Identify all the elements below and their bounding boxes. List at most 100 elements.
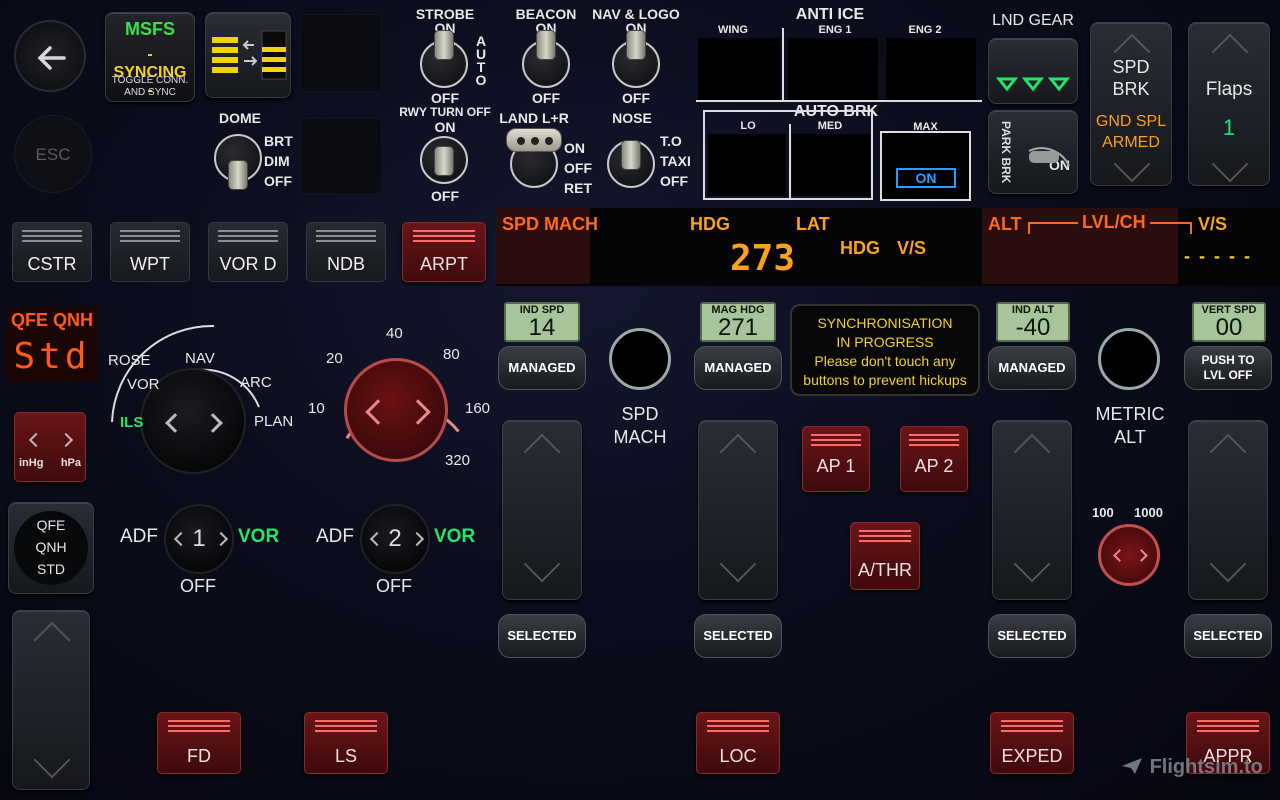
alt-scale-100: 100 [1092, 505, 1114, 520]
strobe-auto: AUTO [475, 33, 487, 88]
strobe-lever [434, 30, 454, 60]
land-ret: RET [564, 180, 592, 196]
park-brake-button[interactable]: PARK BRK ON [988, 110, 1078, 194]
spd-rocker[interactable] [502, 420, 582, 600]
rwy-title: RWY TURN OFF [399, 105, 491, 119]
alt-scale-1000: 1000 [1134, 505, 1163, 520]
alt-rocker[interactable] [992, 420, 1072, 600]
hdg-managed-button[interactable]: MANAGED [694, 346, 782, 390]
loc-button[interactable]: LOC [696, 712, 780, 774]
adf2-knob[interactable]: 2 [360, 504, 430, 574]
gear-down-icon [995, 77, 1071, 92]
antiice-eng2-button[interactable] [886, 38, 976, 100]
navlogo-lever [626, 30, 646, 60]
range-160: 160 [465, 400, 491, 417]
antiice-wing-button[interactable] [698, 38, 780, 100]
baro-unit-hpa: hPa [60, 457, 81, 469]
metric-label-1: METRIC [1095, 404, 1165, 424]
alt-managed-button[interactable]: MANAGED [988, 346, 1076, 390]
efis-cstr-button[interactable]: CSTR [12, 222, 92, 282]
gear-lever-button[interactable] [988, 38, 1078, 104]
rwy-on: ON [434, 119, 456, 135]
dome-title: DOME [219, 110, 261, 126]
metric-alt-toggle[interactable] [1098, 328, 1160, 390]
alt-scale-knob[interactable] [1098, 524, 1160, 586]
hdg-selected-button[interactable]: SELECTED [694, 614, 782, 658]
nose-off: OFF [660, 173, 688, 189]
alt-selected-button[interactable]: SELECTED [988, 614, 1076, 658]
baro-unit-button[interactable]: inHg hPa [14, 412, 86, 482]
spd-mach-toggle[interactable] [609, 328, 671, 390]
ls-button[interactable]: LS [304, 712, 388, 774]
fma-alt: ALT [988, 214, 1022, 234]
efis-vord-button[interactable]: VOR D [208, 222, 288, 282]
fd-button[interactable]: FD [157, 712, 241, 774]
dome-brt: BRT [264, 133, 293, 149]
spd-mach-label-2: MACH [613, 427, 667, 447]
ap1-button[interactable]: AP 1 [802, 426, 870, 492]
rwy-lever [434, 146, 454, 176]
efis-wpt-button[interactable]: WPT [110, 222, 190, 282]
adf1-knob[interactable]: 1 [164, 504, 234, 574]
nose-lever [621, 140, 641, 170]
autobrk-lo-label: LO [740, 120, 756, 132]
paper-plane-icon [1122, 758, 1142, 774]
fma-hdg-value: 273 [730, 238, 796, 279]
efis-ndb-button[interactable]: NDB [306, 222, 386, 282]
spd-brk-button[interactable]: SPD BRK GND SPL ARMED [1090, 22, 1172, 186]
nd-rose: ROSE [108, 352, 151, 369]
spd-brk-title2: BRK [1112, 79, 1150, 99]
range-80: 80 [443, 346, 460, 363]
antiice-eng1-label: ENG 1 [818, 24, 852, 36]
vs-display: VERT SPD 00 [1192, 302, 1266, 342]
adf1-off: OFF [180, 576, 216, 596]
esc-label: ESC [35, 145, 71, 164]
vs-selected-button[interactable]: SELECTED [1184, 614, 1272, 658]
autobrk-med-button[interactable] [792, 134, 870, 196]
nose-taxi: TAXI [660, 153, 691, 169]
adf2-off: OFF [376, 576, 412, 596]
msfs-sync-button[interactable]: MSFS - SYNCING - TOGGLE CONN. AND SYNC [105, 12, 195, 102]
antiice-eng1-button[interactable] [788, 38, 878, 100]
hdg-display: MAG HDG 271 [700, 302, 776, 342]
fma-vs-dashes: - - - - - [1184, 246, 1252, 266]
autobrk-max-button[interactable]: MAX ON [880, 121, 971, 201]
hdg-rocker[interactable] [698, 420, 778, 600]
watermark: Flightsim.to [1120, 756, 1263, 779]
spd-selected-button[interactable]: SELECTED [498, 614, 586, 658]
fma-lvlch: LVL/CH [1078, 212, 1150, 233]
fma-spd-mach: SPD MACH [502, 214, 599, 234]
vs-push-level-off-button[interactable]: PUSH TO LVL OFF [1184, 346, 1272, 390]
spd-managed-button[interactable]: MANAGED [498, 346, 586, 390]
spd-brk-state1: GND SPL [1095, 113, 1167, 130]
esc-button[interactable]: ESC [14, 115, 92, 193]
range-40: 40 [386, 325, 403, 342]
nd-range-knob[interactable] [344, 358, 448, 462]
msfs-sub2: AND SYNC [124, 87, 176, 98]
autobrk-max-on: ON [896, 168, 956, 188]
efis-arpt-button[interactable]: ARPT [402, 222, 486, 282]
adf1-right: VOR [238, 526, 280, 547]
adf2-left: ADF [316, 526, 354, 547]
door-panel-button[interactable] [205, 12, 291, 98]
exped-button[interactable]: EXPED [990, 712, 1074, 774]
antiice-eng2-label: ENG 2 [908, 24, 942, 36]
back-button[interactable] [14, 20, 86, 92]
flaps-title: Flaps [1205, 79, 1253, 100]
fma-vs-2: V/S [1198, 214, 1228, 234]
spd-mach-label-1: SPD [621, 404, 659, 424]
metric-label-2: ALT [1114, 427, 1146, 447]
navlogo-off: OFF [622, 90, 650, 106]
autobrk-max-label: MAX [913, 121, 938, 133]
athr-button[interactable]: A/THR [850, 522, 920, 590]
ap2-button[interactable]: AP 2 [900, 426, 968, 492]
baro-rocker[interactable] [12, 610, 90, 790]
gear-title: LND GEAR [992, 12, 1074, 29]
baro-mode-knob[interactable]: QFE QNH STD [8, 502, 94, 594]
vs-rocker[interactable] [1188, 420, 1268, 600]
blank-panel-2 [300, 118, 382, 194]
flaps-button[interactable]: Flaps 1 [1188, 22, 1270, 186]
nd-plan: PLAN [254, 413, 294, 430]
msfs-title: MSFS [124, 19, 175, 39]
autobrk-lo-button[interactable] [708, 134, 786, 196]
